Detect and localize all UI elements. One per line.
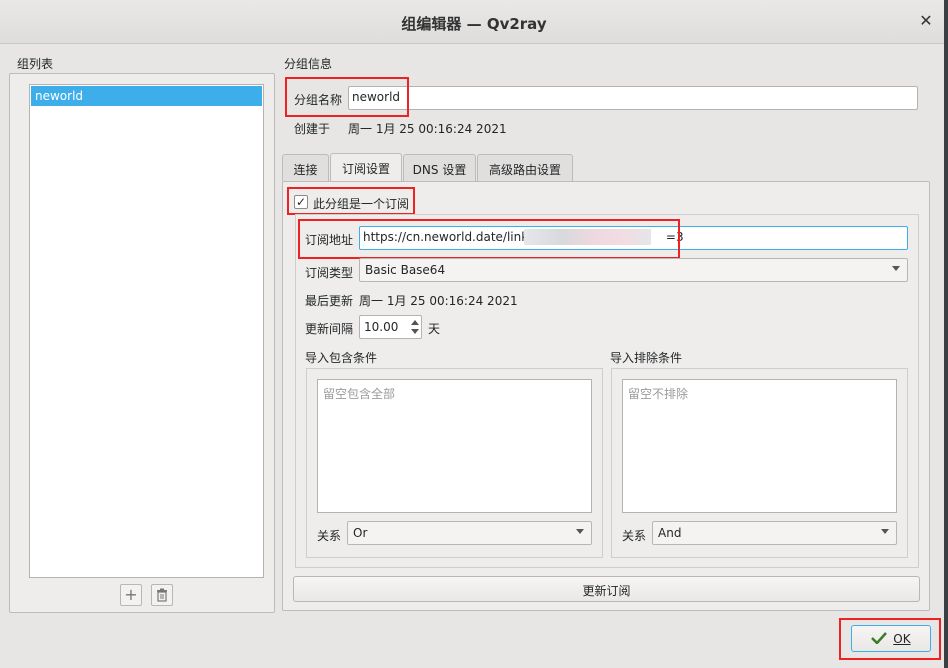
group-name-label: 分组名称	[294, 93, 343, 107]
plus-icon: +	[124, 585, 138, 604]
chevron-down-icon	[576, 529, 584, 534]
include-relation-select[interactable]: Or	[347, 521, 592, 545]
group-name-input[interactable]: neworld	[348, 86, 918, 110]
tab-subscription[interactable]: 订阅设置	[330, 153, 402, 182]
address-text-start: https://cn.neworld.date/link/	[363, 230, 533, 244]
ok-button[interactable]: OK	[851, 625, 931, 652]
tab-advanced-routing[interactable]: 高级路由设置	[477, 154, 573, 181]
exclude-textarea[interactable]: 留空不排除	[622, 379, 897, 513]
type-select-value: Basic Base64	[365, 263, 446, 277]
spin-down-icon[interactable]	[411, 329, 419, 334]
spin-up-icon[interactable]	[411, 320, 419, 325]
group-list-label: 组列表	[17, 57, 54, 71]
tab-connection[interactable]: 连接	[282, 154, 329, 181]
exclude-relation-label: 关系	[622, 529, 647, 543]
exclude-relation-value: And	[658, 526, 682, 540]
group-info-label: 分组信息	[284, 57, 333, 71]
include-label: 导入包含条件	[305, 351, 378, 365]
exclude-relation-select[interactable]: And	[652, 521, 897, 545]
type-label: 订阅类型	[305, 266, 354, 280]
created-label: 创建于	[294, 122, 331, 136]
last-update-value: 周一 1月 25 00:16:24 2021	[359, 294, 518, 308]
tab-dns[interactable]: DNS 设置	[403, 154, 476, 181]
update-subscription-button[interactable]: 更新订阅	[293, 576, 920, 602]
interval-spinbox[interactable]: 10.00	[359, 315, 422, 339]
include-relation-label: 关系	[317, 529, 342, 543]
last-update-label: 最后更新	[305, 294, 354, 308]
list-item[interactable]: neworld	[31, 86, 262, 106]
redacted-region	[524, 229, 651, 245]
subscription-checkbox[interactable]: ✓	[294, 195, 308, 209]
add-group-button[interactable]: +	[120, 584, 142, 606]
include-textarea[interactable]: 留空包含全部	[317, 379, 592, 513]
window-edge	[944, 0, 948, 668]
include-relation-value: Or	[353, 526, 368, 540]
address-text-end: =3	[665, 230, 684, 244]
delete-group-button[interactable]	[151, 584, 173, 606]
window-title: 组编辑器 — Qv2ray	[401, 15, 547, 33]
created-value: 周一 1月 25 00:16:24 2021	[348, 122, 507, 136]
address-label: 订阅地址	[305, 233, 354, 247]
chevron-down-icon	[892, 266, 900, 271]
interval-value: 10.00	[364, 320, 399, 334]
interval-unit: 天	[428, 322, 441, 336]
exclude-label: 导入排除条件	[610, 351, 683, 365]
checkmark-icon	[871, 632, 888, 645]
close-icon[interactable]: ✕	[918, 13, 934, 29]
interval-label: 更新间隔	[305, 322, 354, 336]
chevron-down-icon	[881, 529, 889, 534]
type-select[interactable]: Basic Base64	[359, 258, 908, 282]
subscription-checkbox-label: 此分组是一个订阅	[313, 197, 410, 211]
trash-icon	[157, 588, 167, 602]
title-bar: 组编辑器 — Qv2ray ✕	[0, 0, 948, 44]
group-list[interactable]: neworld	[29, 84, 264, 578]
ok-button-label: OK	[893, 632, 911, 646]
